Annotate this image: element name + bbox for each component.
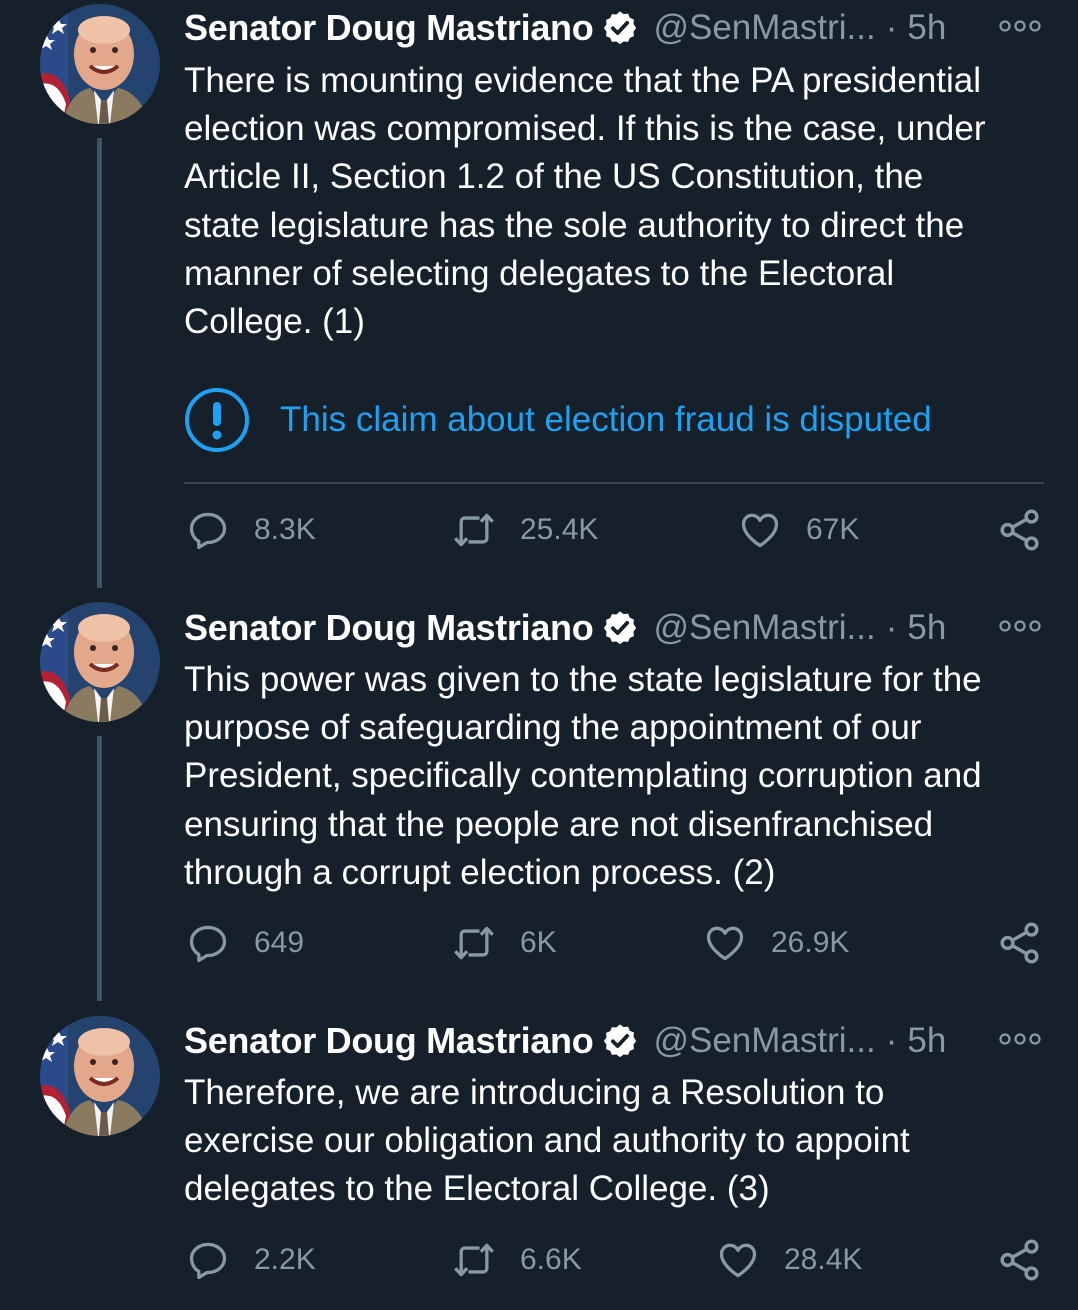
timestamp[interactable]: 5h [907, 8, 946, 48]
notice-text[interactable]: This claim about election fraud is dispu… [280, 400, 932, 440]
divider [184, 482, 1044, 484]
verified-badge-icon [604, 11, 637, 45]
reply-button[interactable]: 649 [186, 920, 304, 966]
reply-icon [189, 925, 227, 963]
retweet-count: 25.4K [520, 513, 599, 546]
retweet-icon [454, 513, 494, 547]
timestamp[interactable]: 5h [907, 1021, 946, 1061]
separator-dot: · [885, 8, 898, 47]
author-handle[interactable]: @SenMastri... [653, 608, 875, 648]
retweet-button[interactable]: 6.6K [452, 1237, 582, 1283]
retweet-count: 6.6K [520, 1243, 582, 1276]
avatar-photo [40, 1016, 160, 1136]
timestamp[interactable]: 5h [907, 608, 946, 648]
separator-dot: · [885, 608, 898, 647]
share-icon[interactable] [997, 920, 1043, 966]
avatar[interactable] [40, 1016, 160, 1136]
like-count: 67K [806, 513, 860, 546]
like-icon [741, 513, 779, 548]
author-handle[interactable]: @SenMastri... [653, 1021, 875, 1061]
tweet-header: Senator Doug Mastriano @SenMastri... · 5… [184, 0, 946, 56]
tweet-text: There is mounting evidence that the PA p… [184, 61, 986, 342]
tweet-header: Senator Doug Mastriano @SenMastri... · 5… [184, 1013, 946, 1069]
like-button[interactable]: 26.9K [703, 920, 849, 966]
like-count: 28.4K [784, 1243, 863, 1276]
tweet-1[interactable]: Senator Doug Mastriano @SenMastri... · 5… [0, 0, 1078, 600]
avatar[interactable] [40, 602, 160, 722]
like-count: 26.9K [771, 926, 850, 959]
thread-line [97, 736, 102, 1001]
share-icon[interactable] [997, 1237, 1043, 1283]
reply-button[interactable]: 8.3K [186, 507, 316, 553]
like-button[interactable]: 67K [738, 507, 859, 553]
separator-dot: · [885, 1021, 898, 1060]
reply-count: 2.2K [254, 1243, 316, 1276]
retweet-button[interactable]: 25.4K [452, 507, 598, 553]
more-icon[interactable] [999, 18, 1041, 34]
tweet-3[interactable]: Senator Doug Mastriano @SenMastri... · 5… [0, 1013, 1078, 1310]
author-handle[interactable]: @SenMastri... [653, 8, 875, 48]
share-icon[interactable] [997, 507, 1043, 553]
avatar[interactable] [40, 4, 160, 124]
more-icon[interactable] [999, 1031, 1041, 1047]
avatar-photo [40, 602, 160, 722]
more-icon[interactable] [999, 618, 1041, 634]
tweet-2[interactable]: Senator Doug Mastriano @SenMastri... · 5… [0, 600, 1078, 1010]
avatar-photo [40, 4, 160, 124]
retweet-count: 6K [520, 926, 557, 959]
reply-count: 8.3K [254, 513, 316, 546]
tweet-text: Therefore, we are introducing a Resoluti… [184, 1073, 910, 1209]
info-icon [185, 388, 249, 452]
retweet-button[interactable]: 6K [452, 920, 557, 966]
tweet-header: Senator Doug Mastriano @SenMastri... · 5… [184, 600, 946, 656]
reply-icon [189, 1242, 227, 1280]
verified-badge-icon [604, 611, 637, 645]
like-icon [719, 1243, 757, 1278]
retweet-icon [454, 1243, 494, 1277]
verified-badge-icon [604, 1024, 637, 1058]
author-name[interactable]: Senator Doug Mastriano [184, 607, 594, 649]
tweet-text: This power was given to the state legisl… [184, 660, 982, 892]
like-button[interactable]: 28.4K [716, 1237, 862, 1283]
like-icon [706, 926, 744, 961]
thread-line [97, 138, 102, 588]
reply-button[interactable]: 2.2K [186, 1237, 316, 1283]
retweet-icon [454, 926, 494, 960]
author-name[interactable]: Senator Doug Mastriano [184, 7, 594, 49]
author-name[interactable]: Senator Doug Mastriano [184, 1020, 594, 1062]
reply-icon [189, 512, 227, 550]
disputed-claim-notice[interactable]: This claim about election fraud is dispu… [184, 380, 1044, 460]
reply-count: 649 [254, 926, 305, 959]
